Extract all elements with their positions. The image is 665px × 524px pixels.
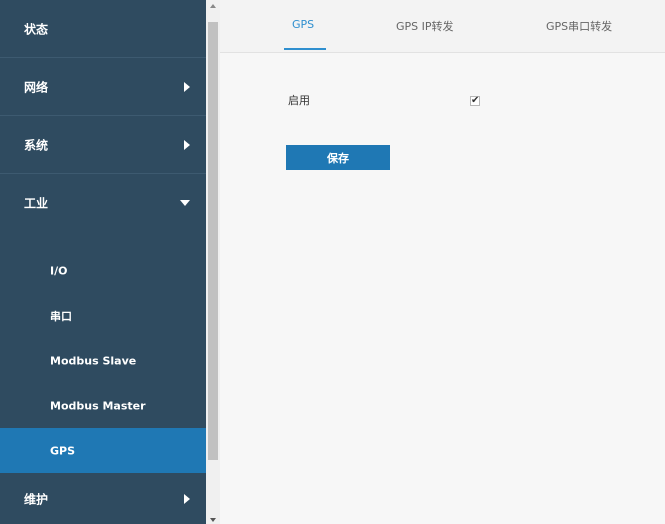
tab-gps[interactable]: GPS bbox=[292, 18, 314, 31]
sidebar-item-status[interactable]: 状态 bbox=[0, 0, 206, 58]
sidebar-item-system[interactable]: 系统 bbox=[0, 116, 206, 174]
sidebar-subitem-gps[interactable]: GPS bbox=[0, 428, 206, 473]
sidebar-item-label: 网络 bbox=[24, 80, 49, 94]
sidebar-item-maintenance[interactable]: 维护 bbox=[0, 474, 206, 524]
sidebar-subitem-label: 串口 bbox=[50, 309, 72, 323]
chevron-down-icon bbox=[180, 200, 190, 206]
sidebar-item-label: 状态 bbox=[24, 22, 49, 36]
tab-gps-ip-forward[interactable]: GPS IP转发 bbox=[396, 18, 454, 34]
main-content: GPS GPS IP转发 GPS串口转发 启用 ✔ 保存 bbox=[220, 0, 665, 524]
sidebar-subitem-modbus-slave[interactable]: Modbus Slave bbox=[0, 338, 206, 383]
scrollbar-thumb[interactable] bbox=[208, 22, 218, 460]
chevron-right-icon bbox=[184, 139, 190, 150]
sidebar-subitem-label: Modbus Master bbox=[50, 399, 146, 412]
sidebar-item-industrial[interactable]: 工业 bbox=[0, 174, 206, 232]
app-window: 状态 网络 系统 工业 I/O 串口 Modbus Slave Modbus M… bbox=[0, 0, 665, 524]
sidebar-subitem-modbus-master[interactable]: Modbus Master bbox=[0, 383, 206, 428]
sidebar-item-label: 工业 bbox=[24, 196, 49, 211]
enable-label: 启用 bbox=[288, 94, 310, 107]
sidebar-item-label: 系统 bbox=[24, 138, 49, 152]
scroll-down-arrow-icon[interactable] bbox=[210, 518, 216, 522]
sidebar-subitem-serial[interactable]: 串口 bbox=[0, 293, 206, 338]
chevron-right-icon bbox=[184, 81, 190, 92]
sidebar-item-network[interactable]: 网络 bbox=[0, 58, 206, 116]
sidebar-scrollbar[interactable] bbox=[206, 0, 220, 524]
sidebar-subitem-io[interactable]: I/O bbox=[0, 248, 206, 293]
sidebar-subitem-label: GPS bbox=[50, 444, 76, 457]
sidebar: 状态 网络 系统 工业 I/O 串口 Modbus Slave Modbus M… bbox=[0, 0, 206, 524]
enable-checkbox[interactable]: ✔ bbox=[470, 96, 480, 106]
active-tab-indicator bbox=[284, 48, 326, 50]
save-button[interactable]: 保存 bbox=[286, 145, 390, 170]
checkmark-icon: ✔ bbox=[471, 95, 480, 106]
tab-bar: GPS GPS IP转发 GPS串口转发 bbox=[220, 0, 665, 53]
scroll-up-arrow-icon[interactable] bbox=[210, 4, 216, 8]
sidebar-item-label: 维护 bbox=[24, 492, 49, 507]
sidebar-subitem-label: Modbus Slave bbox=[50, 354, 137, 367]
sidebar-subitem-label: I/O bbox=[50, 264, 68, 277]
tab-gps-serial-forward[interactable]: GPS串口转发 bbox=[546, 18, 612, 34]
chevron-right-icon bbox=[184, 494, 190, 504]
